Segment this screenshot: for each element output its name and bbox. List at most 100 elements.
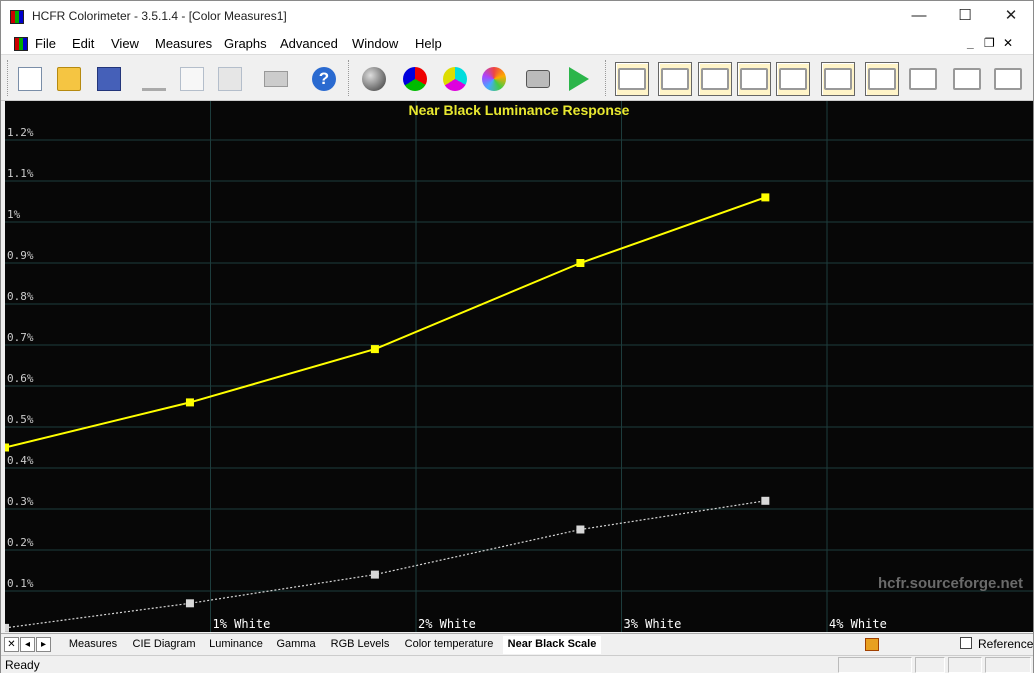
mdi-minimize-button[interactable]: _ (967, 36, 974, 50)
mdi-restore-button[interactable]: ❐ (984, 36, 995, 50)
paste-button[interactable] (213, 62, 247, 96)
x-tick-label: 4% White (829, 617, 887, 631)
graph-luminance-button[interactable] (698, 62, 732, 96)
close-button[interactable]: ✕ (988, 1, 1034, 33)
chart-title: Near Black Luminance Response (409, 102, 630, 118)
toolbar: ? (1, 55, 1033, 101)
menu-bar: File Edit View Measures Graphs Advanced … (1, 33, 1033, 55)
menu-help[interactable]: Help (415, 36, 442, 51)
save-icon (97, 67, 121, 91)
open-button[interactable] (52, 62, 86, 96)
play-icon (569, 67, 589, 91)
camera-button[interactable] (521, 62, 555, 96)
play-button[interactable] (562, 62, 596, 96)
status-panel-1 (838, 657, 912, 673)
app-icon (10, 10, 24, 24)
near-black-chart: 0.1% 0.2% 0.3% 0.4% 0.5% 0.6% 0.7% 0.8% 0.9% 1% 1.… (5, 101, 1033, 632)
menu-window[interactable]: Window (352, 36, 398, 51)
prev-tab-button[interactable]: ◂ (20, 637, 35, 652)
graph-rgb-button[interactable] (737, 62, 771, 96)
document-icon[interactable] (14, 37, 28, 51)
graph-measures-icon (618, 68, 646, 90)
graph-gamma-button[interactable] (658, 62, 692, 96)
toolbar-grip[interactable] (7, 60, 10, 96)
y-tick-label: 0.6% (7, 372, 34, 385)
x-tick-label: 3% White (624, 617, 682, 631)
measure-primaries-button[interactable] (398, 62, 432, 96)
mdi-close-button[interactable]: ✕ (1003, 36, 1013, 50)
graph-sat-luminance-button[interactable] (991, 62, 1025, 96)
next-tab-button[interactable]: ▸ (36, 637, 51, 652)
graph-luminance-icon (701, 68, 729, 90)
measure-saturations-icon (482, 67, 506, 91)
y-tick-label: 1.1% (7, 167, 34, 180)
measure-primaries-icon (403, 67, 427, 91)
menu-graphs[interactable]: Graphs (224, 36, 267, 51)
tab-cie-diagram[interactable]: CIE Diagram (129, 636, 199, 654)
help-button[interactable]: ? (307, 62, 341, 96)
graph-cie-icon (824, 68, 852, 90)
paste-icon (218, 67, 242, 91)
menu-edit[interactable]: Edit (72, 36, 94, 51)
status-panel-2 (915, 657, 945, 673)
graph-nearwhite-button[interactable] (906, 62, 940, 96)
chart-svg: 0.1% 0.2% 0.3% 0.4% 0.5% 0.6% 0.7% 0.8% 0.9% 1% 1.… (5, 101, 1033, 632)
y-tick-label: 0.1% (7, 577, 34, 590)
graph-colortemp-icon (779, 68, 807, 90)
status-panel-4 (985, 657, 1031, 673)
data-point (185, 599, 194, 608)
y-tick-label: 0.9% (7, 249, 34, 262)
data-point (185, 398, 194, 407)
watermark-text: hcfr.sourceforge.net (878, 575, 1023, 592)
tabs-bar: ✕ ◂ ▸ Measures CIE Diagram Luminance Gam… (1, 633, 1033, 655)
tab-near-black-scale[interactable]: Near Black Scale (503, 636, 601, 654)
data-point (370, 570, 379, 579)
maximize-button[interactable]: ☐ (942, 1, 988, 33)
toolbar-grip-2[interactable] (348, 60, 351, 96)
y-tick-label: 0.3% (7, 495, 34, 508)
warning-icon (865, 638, 879, 651)
print-button[interactable] (259, 62, 293, 96)
tab-luminance[interactable]: Luminance (205, 636, 267, 654)
close-tab-button[interactable]: ✕ (4, 637, 19, 652)
graph-saturation-button[interactable] (950, 62, 984, 96)
measure-grayscale-button[interactable] (357, 62, 391, 96)
open-folder-icon (57, 67, 81, 91)
graph-saturation-icon (953, 68, 981, 90)
data-point (576, 259, 585, 267)
graph-measures-button[interactable] (615, 62, 649, 96)
y-tick-label: 1.2% (7, 126, 34, 139)
minimize-button[interactable]: — (896, 1, 942, 33)
cut-icon (142, 67, 166, 91)
data-point (761, 193, 770, 202)
cut-button[interactable] (137, 62, 171, 96)
measure-secondaries-button[interactable] (438, 62, 472, 96)
status-text: Ready (5, 658, 40, 672)
new-button[interactable] (13, 62, 47, 96)
measure-secondaries-icon (443, 67, 467, 91)
copy-button[interactable] (175, 62, 209, 96)
graph-colortemp-button[interactable] (776, 62, 810, 96)
graph-cie-button[interactable] (821, 62, 855, 96)
measure-saturations-button[interactable] (477, 62, 511, 96)
save-button[interactable] (92, 62, 126, 96)
reference-checkbox[interactable] (960, 637, 972, 649)
menu-file[interactable]: File (35, 36, 56, 51)
menu-view[interactable]: View (111, 36, 139, 51)
x-tick-label: 1% White (213, 617, 271, 631)
graph-nearblack-button[interactable] (865, 62, 899, 96)
help-icon: ? (312, 67, 336, 91)
tab-gamma[interactable]: Gamma (273, 636, 319, 654)
toolbar-grip-3[interactable] (605, 60, 608, 96)
tab-rgb-levels[interactable]: RGB Levels (325, 636, 395, 654)
copy-icon (180, 67, 204, 91)
status-bar: Ready (1, 655, 1033, 673)
data-point (576, 525, 585, 534)
menu-measures[interactable]: Measures (155, 36, 212, 51)
tab-color-temperature[interactable]: Color temperature (401, 636, 497, 654)
tab-measures[interactable]: Measures (63, 636, 123, 654)
menu-advanced[interactable]: Advanced (280, 36, 338, 51)
graph-nearwhite-icon (909, 68, 937, 90)
graph-gamma-icon (661, 68, 689, 90)
title-bar: HCFR Colorimeter - 3.5.1.4 - [Color Meas… (1, 1, 1033, 33)
